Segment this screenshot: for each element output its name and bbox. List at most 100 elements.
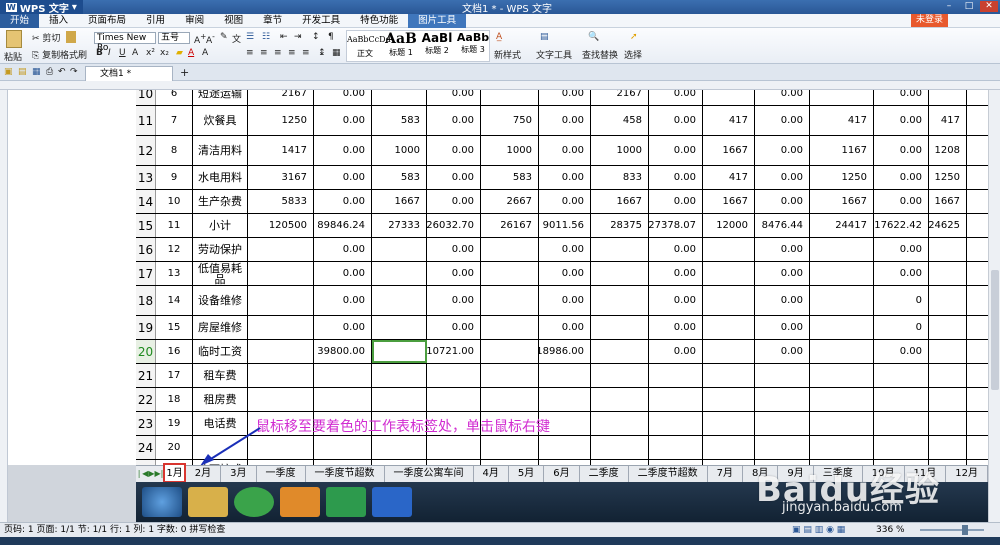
explorer-icon[interactable] <box>188 487 228 517</box>
value-cell[interactable]: 0.00 <box>314 190 372 213</box>
scrollbar-thumb[interactable] <box>991 270 999 390</box>
underline-button[interactable]: U <box>119 48 126 58</box>
zoom-slider[interactable] <box>920 529 984 531</box>
value-cell[interactable]: 0.00 <box>539 106 591 135</box>
item-name-cell[interactable]: 设备维修 <box>193 286 248 315</box>
row-index-cell[interactable]: 7 <box>156 106 193 135</box>
style-heading-2[interactable]: AaBl 标题 2 <box>419 31 455 61</box>
item-name-cell[interactable]: 租车费 <box>193 364 248 387</box>
value-cell[interactable]: 1000 <box>591 136 649 165</box>
value-cell[interactable]: 26032.70 <box>427 214 481 237</box>
value-cell[interactable]: 1417 <box>248 136 314 165</box>
value-cell[interactable]: 0.00 <box>755 106 810 135</box>
value-cell[interactable]: 583 <box>481 166 539 189</box>
paste-button[interactable]: 粘贴 <box>4 50 22 63</box>
value-cell[interactable]: 1167 <box>810 136 874 165</box>
justify-icon[interactable]: ≡ <box>288 48 296 58</box>
value-cell[interactable] <box>929 388 967 411</box>
value-cell[interactable]: 0.00 <box>539 166 591 189</box>
value-cell[interactable]: 0.00 <box>874 340 929 363</box>
open-icon[interactable]: ▤ <box>18 67 27 77</box>
value-cell[interactable]: 0.00 <box>874 262 929 285</box>
value-cell[interactable]: 0.00 <box>874 238 929 261</box>
new-style-button[interactable]: 新样式 <box>494 48 521 61</box>
value-cell[interactable]: 833 <box>591 166 649 189</box>
value-cell[interactable]: 0 <box>874 286 929 315</box>
row-index-cell[interactable]: 14 <box>156 286 193 315</box>
value-cell[interactable] <box>703 90 755 105</box>
sheet-tab[interactable]: 12月 <box>946 466 988 482</box>
value-cell[interactable]: 0.00 <box>539 136 591 165</box>
value-cell[interactable]: 0.00 <box>314 262 372 285</box>
menu-special[interactable]: 特色功能 <box>350 14 408 28</box>
value-cell[interactable] <box>314 388 372 411</box>
value-cell[interactable]: 0.00 <box>755 90 810 105</box>
value-cell[interactable]: 2667 <box>481 190 539 213</box>
value-cell[interactable]: 0.00 <box>874 166 929 189</box>
value-cell[interactable] <box>539 364 591 387</box>
value-cell[interactable]: 1667 <box>703 190 755 213</box>
style-heading-1[interactable]: AaB 标题 1 <box>383 31 419 61</box>
value-cell[interactable] <box>703 364 755 387</box>
find-icon[interactable]: 🔍 <box>588 32 599 42</box>
value-cell[interactable]: 0.00 <box>649 166 703 189</box>
row-header[interactable]: 19 <box>136 316 156 339</box>
value-cell[interactable]: 1667 <box>703 136 755 165</box>
value-cell[interactable] <box>591 364 649 387</box>
value-cell[interactable] <box>372 238 427 261</box>
last-sheet-arrow-icon[interactable]: ▶| <box>154 466 163 482</box>
value-cell[interactable] <box>703 388 755 411</box>
value-cell[interactable]: 0.00 <box>755 166 810 189</box>
value-cell[interactable]: 750 <box>481 106 539 135</box>
value-cell[interactable]: 24417 <box>810 214 874 237</box>
value-cell[interactable] <box>703 286 755 315</box>
row-header[interactable]: 14 <box>136 190 156 213</box>
superscript-button[interactable]: x² <box>146 48 155 58</box>
value-cell[interactable] <box>591 436 649 459</box>
value-cell[interactable]: 0.00 <box>874 190 929 213</box>
value-cell[interactable]: 17622.42 <box>874 214 929 237</box>
row-header[interactable]: 20 <box>136 340 156 363</box>
menu-home[interactable]: 开始 <box>0 13 40 28</box>
value-cell[interactable]: 3167 <box>248 166 314 189</box>
wps-spreadsheet-icon[interactable] <box>326 487 366 517</box>
row-index-cell[interactable]: 13 <box>156 262 193 285</box>
start-button[interactable] <box>142 487 182 517</box>
sheet-tab[interactable]: 4月 <box>474 466 509 482</box>
value-cell[interactable] <box>481 262 539 285</box>
value-cell[interactable]: 0.00 <box>755 238 810 261</box>
value-cell[interactable] <box>591 316 649 339</box>
value-cell[interactable] <box>703 262 755 285</box>
new-style-icon[interactable]: A̲ <box>496 32 502 42</box>
row-index-cell[interactable]: 18 <box>156 388 193 411</box>
subscript-button[interactable]: x₂ <box>160 48 169 58</box>
value-cell[interactable] <box>427 436 481 459</box>
value-cell[interactable]: 0.00 <box>427 238 481 261</box>
item-name-cell[interactable]: 清洁用料 <box>193 136 248 165</box>
value-cell[interactable] <box>929 90 967 105</box>
row-index-cell[interactable]: 12 <box>156 238 193 261</box>
value-cell[interactable] <box>314 436 372 459</box>
align-left-icon[interactable]: ≡ <box>246 48 254 58</box>
value-cell[interactable]: 1250 <box>929 166 967 189</box>
italic-button[interactable]: I <box>108 48 111 58</box>
new-tab-button[interactable]: + <box>180 66 189 79</box>
value-cell[interactable]: 0.00 <box>427 316 481 339</box>
bold-button[interactable]: B <box>96 48 103 58</box>
value-cell[interactable] <box>372 388 427 411</box>
menu-developer[interactable]: 开发工具 <box>292 14 350 28</box>
value-cell[interactable] <box>314 364 372 387</box>
row-index-cell[interactable]: 15 <box>156 316 193 339</box>
value-cell[interactable]: 0.00 <box>539 238 591 261</box>
value-cell[interactable]: 0.00 <box>427 90 481 105</box>
value-cell[interactable]: 18986.00 <box>539 340 591 363</box>
cut-button[interactable]: ✂ 剪切 <box>32 31 60 44</box>
value-cell[interactable] <box>810 412 874 435</box>
style-heading-3[interactable]: AaBb 标题 3 <box>455 31 491 61</box>
value-cell[interactable] <box>481 316 539 339</box>
value-cell[interactable] <box>929 316 967 339</box>
value-cell[interactable] <box>649 388 703 411</box>
bullet-list-icon[interactable]: ☰ <box>246 32 254 42</box>
value-cell[interactable]: 0.00 <box>649 90 703 105</box>
value-cell[interactable] <box>248 364 314 387</box>
